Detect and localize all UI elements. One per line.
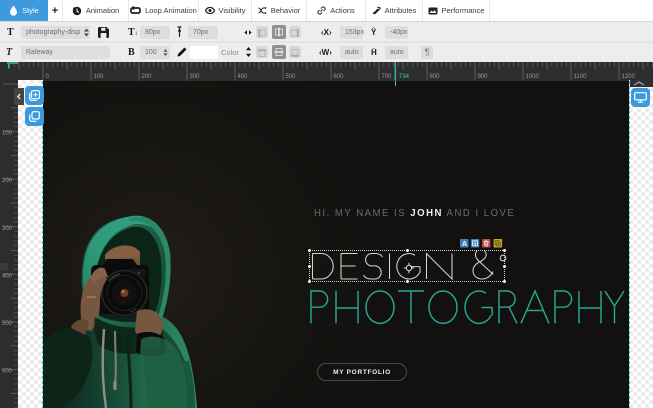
svg-text:800: 800 [430, 74, 441, 80]
svg-text:700: 700 [382, 74, 393, 80]
svg-text:734: 734 [399, 74, 410, 80]
svg-text:100: 100 [94, 74, 105, 80]
svg-text:1000: 1000 [526, 74, 540, 80]
svg-text:500: 500 [2, 321, 13, 327]
svg-text:200: 200 [142, 74, 153, 80]
svg-text:400: 400 [2, 273, 13, 279]
svg-text:300: 300 [2, 226, 13, 232]
svg-text:600: 600 [334, 74, 345, 80]
svg-text:400: 400 [238, 74, 249, 80]
svg-text:A: A [462, 241, 467, 248]
svg-text:900: 900 [478, 74, 489, 80]
svg-text:500: 500 [286, 74, 297, 80]
svg-text:200: 200 [2, 178, 13, 184]
svg-text:1100: 1100 [574, 74, 588, 80]
svg-text:600: 600 [2, 369, 13, 375]
svg-text:100: 100 [2, 131, 13, 137]
svg-text:300: 300 [190, 74, 201, 80]
